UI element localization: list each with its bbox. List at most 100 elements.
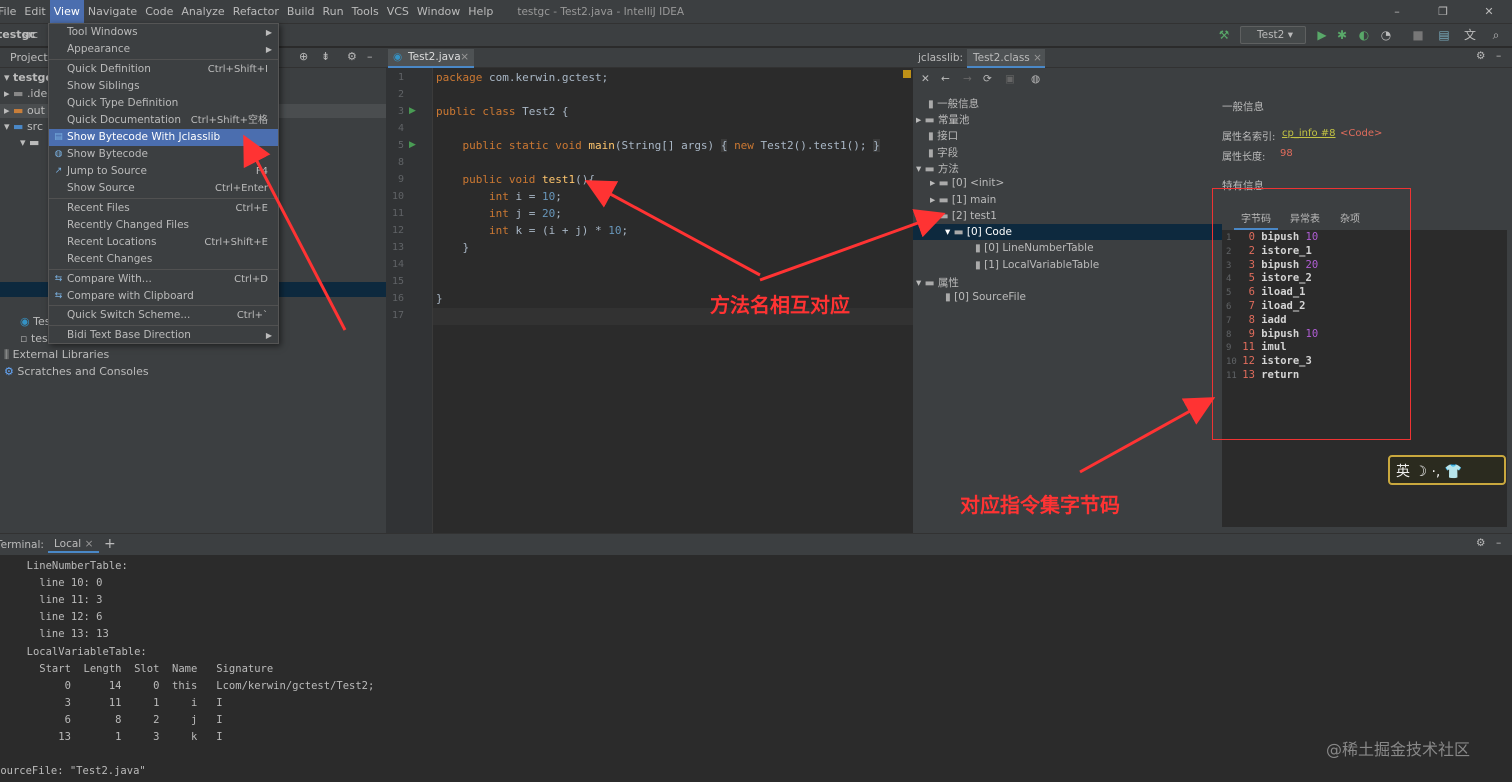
view-menu-dropdown: Tool Windows ▶ Appearance ▶ Quick Definition… (48, 23, 279, 344)
menu-code[interactable]: Code (141, 0, 177, 23)
tree-item-method-main[interactable]: ▸ ▬ [1] main (930, 194, 996, 206)
save-icon[interactable]: ▣ (1005, 73, 1015, 85)
refresh-icon[interactable]: ⟳ (983, 73, 992, 85)
terminal-tab-local[interactable]: Local × (48, 537, 100, 553)
tree-item-constant-pool[interactable]: ▸ ▬ 常量池 (916, 112, 969, 127)
tree-item-methods[interactable]: ▾ ▬ 方法 (916, 161, 959, 176)
view-menu-item-appearance[interactable]: Appearance ▶ (49, 41, 278, 58)
menu-edit[interactable]: Edit (20, 0, 49, 23)
view-menu-item-quick-switch-scheme[interactable]: Quick Switch Scheme... Ctrl+` (49, 307, 278, 324)
stop-icon[interactable]: ■ (1410, 27, 1426, 43)
menu-run[interactable]: Run (319, 0, 348, 23)
line-number: 16 (391, 293, 404, 304)
menu-window[interactable]: Window (413, 0, 464, 23)
tree-item-general-info[interactable]: ▮ 一般信息 (928, 96, 979, 111)
view-menu-item-show-bytecode[interactable]: ◍ Show Bytecode (49, 146, 278, 163)
tree-item-external-libraries[interactable]: ⫼ External Libraries (4, 348, 109, 362)
view-menu-item-bidi-text-base-direction[interactable]: Bidi Text Base Direction ▶ (49, 327, 278, 344)
view-menu-item-recently-changed-files[interactable]: Recently Changed Files (49, 217, 278, 234)
view-menu-item-show-bytecode-with-jclasslib[interactable]: ▤ Show Bytecode With Jclasslib (49, 129, 278, 146)
line-number: 8 (397, 157, 404, 168)
tree-item-method-test1[interactable]: ▾ ▬ [2] test1 (930, 210, 997, 222)
terminal-line: 0 14 0 this Lcom/kerwin/gctest/Test2; (14, 679, 375, 692)
breadcrumb-src[interactable]: src (22, 28, 38, 41)
menu-navigate[interactable]: Navigate (84, 0, 141, 23)
code-line: public static void main(String[] args) {… (462, 139, 880, 152)
tree-item-src[interactable]: ▾ ▬ src (4, 120, 43, 133)
tree-item-testgc[interactable]: ▾ testgc (4, 71, 52, 84)
tree-item-scratches[interactable]: ⚙ Scratches and Consoles (4, 365, 149, 378)
tree-item-line-number-table[interactable]: ▮ [0] LineNumberTable (975, 242, 1094, 254)
view-menu-item-recent-files[interactable]: Recent Files Ctrl+E (49, 200, 278, 217)
inspection-warning-icon[interactable] (903, 70, 911, 78)
menu-vcs[interactable]: VCS (383, 0, 413, 23)
input-method-widget[interactable]: 英 ☽ ·, 👕 (1388, 455, 1506, 485)
tree-item-attributes[interactable]: ▾ ▬ 属性 (916, 275, 959, 290)
menu-analyze[interactable]: Analyze (177, 0, 228, 23)
view-menu-item-quick-documentation[interactable]: Quick Documentation Ctrl+Shift+空格 (49, 112, 278, 129)
view-menu-item-tool-windows[interactable]: Tool Windows ▶ (49, 24, 278, 41)
menu-file[interactable]: File (0, 0, 20, 23)
view-menu-item-show-source[interactable]: Show Source Ctrl+Enter (49, 180, 278, 197)
code-line: } (436, 241, 470, 254)
tree-item-idea[interactable]: ▸ ▬ .idea (4, 87, 54, 100)
view-menu-item-recent-locations[interactable]: Recent Locations Ctrl+Shift+E (49, 234, 278, 251)
view-menu-item-compare-with-clipboard[interactable]: ⇆ Compare with Clipboard (49, 288, 278, 305)
hide-icon[interactable]: – (1496, 50, 1501, 62)
profile-icon[interactable]: ◔ (1378, 27, 1394, 43)
forward-arrow-icon[interactable]: → (963, 73, 972, 85)
new-terminal-icon[interactable]: + (104, 536, 116, 552)
menu-item-label: Quick Definition (67, 63, 151, 75)
search-icon[interactable]: ⌕ (1488, 27, 1504, 43)
menu-tools[interactable]: Tools (348, 0, 383, 23)
view-menu-item-show-siblings[interactable]: Show Siblings (49, 78, 278, 95)
web-icon[interactable]: ◍ (1031, 73, 1040, 85)
locate-icon[interactable]: ⊕ (299, 50, 308, 63)
close-icon[interactable]: ✕ (1466, 0, 1512, 23)
tree-item-local-variable-table[interactable]: ▮ [1] LocalVariableTable (975, 259, 1099, 271)
tab-close-icon[interactable]: × (460, 49, 469, 66)
minimize-icon[interactable]: – (1374, 0, 1420, 23)
menu-refactor[interactable]: Refactor (229, 0, 283, 23)
close-icon[interactable]: ✕ (921, 73, 930, 85)
tree-item-out[interactable]: ▸ ▬ out (4, 104, 45, 117)
run-gutter-icon[interactable]: ▶ (409, 140, 416, 150)
run-configuration-select[interactable]: Test2 ▾ (1240, 26, 1306, 44)
view-menu-item-quick-definition[interactable]: Quick Definition Ctrl+Shift+I (49, 61, 278, 78)
tree-item-fields[interactable]: ▮ 字段 (928, 145, 958, 160)
menu-help[interactable]: Help (464, 0, 497, 23)
tree-item-package[interactable]: ▾ ▬ (20, 136, 39, 149)
view-menu-item-quick-type-definition[interactable]: Quick Type Definition (49, 95, 278, 112)
view-menu-item-jump-to-source[interactable]: ↗ Jump to Source F4 (49, 163, 278, 180)
hide-icon[interactable]: – (367, 50, 373, 63)
menu-item-label: Appearance (67, 43, 131, 55)
menu-view[interactable]: View (49, 0, 84, 23)
translate-icon[interactable]: 文 (1462, 27, 1478, 43)
cp-info-link[interactable]: cp_info #8 (1282, 128, 1336, 139)
project-header-label[interactable]: Project (10, 51, 48, 64)
tree-item-code[interactable]: ▾ ▬ [0] Code (945, 226, 1012, 238)
tree-item-interfaces[interactable]: ▮ 接口 (928, 128, 958, 143)
debug-icon[interactable]: ✱ (1334, 27, 1350, 43)
jclasslib-tab-test2class[interactable]: Test2.class × (967, 49, 1045, 68)
hide-icon[interactable]: – (1496, 537, 1501, 549)
view-menu-item-compare-with[interactable]: ⇆ Compare With... Ctrl+D (49, 271, 278, 288)
restore-icon[interactable]: ❐ (1420, 0, 1466, 23)
run-gutter-icon[interactable]: ▶ (409, 106, 416, 116)
build-hammer-icon[interactable]: ⚒ (1216, 27, 1232, 43)
coverage-icon[interactable]: ◐ (1356, 27, 1372, 43)
project-structure-icon[interactable]: ▤ (1436, 27, 1452, 43)
settings-gear-icon[interactable]: ⚙ (347, 50, 357, 63)
menu-build[interactable]: Build (283, 0, 319, 23)
settings-gear-icon[interactable]: ⚙ (1476, 537, 1485, 549)
line-number: 12 (391, 225, 404, 236)
view-menu-item-recent-changes[interactable]: Recent Changes (49, 251, 278, 268)
settings-gear-icon[interactable]: ⚙ (1476, 50, 1485, 62)
back-arrow-icon[interactable]: ← (941, 73, 950, 85)
run-icon[interactable]: ▶ (1314, 27, 1330, 43)
menu-separator (49, 269, 278, 270)
editor-tab-test2[interactable]: ◉ Test2.java × (388, 49, 474, 68)
tree-item-method-init[interactable]: ▸ ▬ [0] <init> (930, 177, 1004, 189)
tree-item-source-file[interactable]: ▮ [0] SourceFile (945, 291, 1026, 303)
collapse-icon[interactable]: ⇟ (321, 50, 330, 63)
